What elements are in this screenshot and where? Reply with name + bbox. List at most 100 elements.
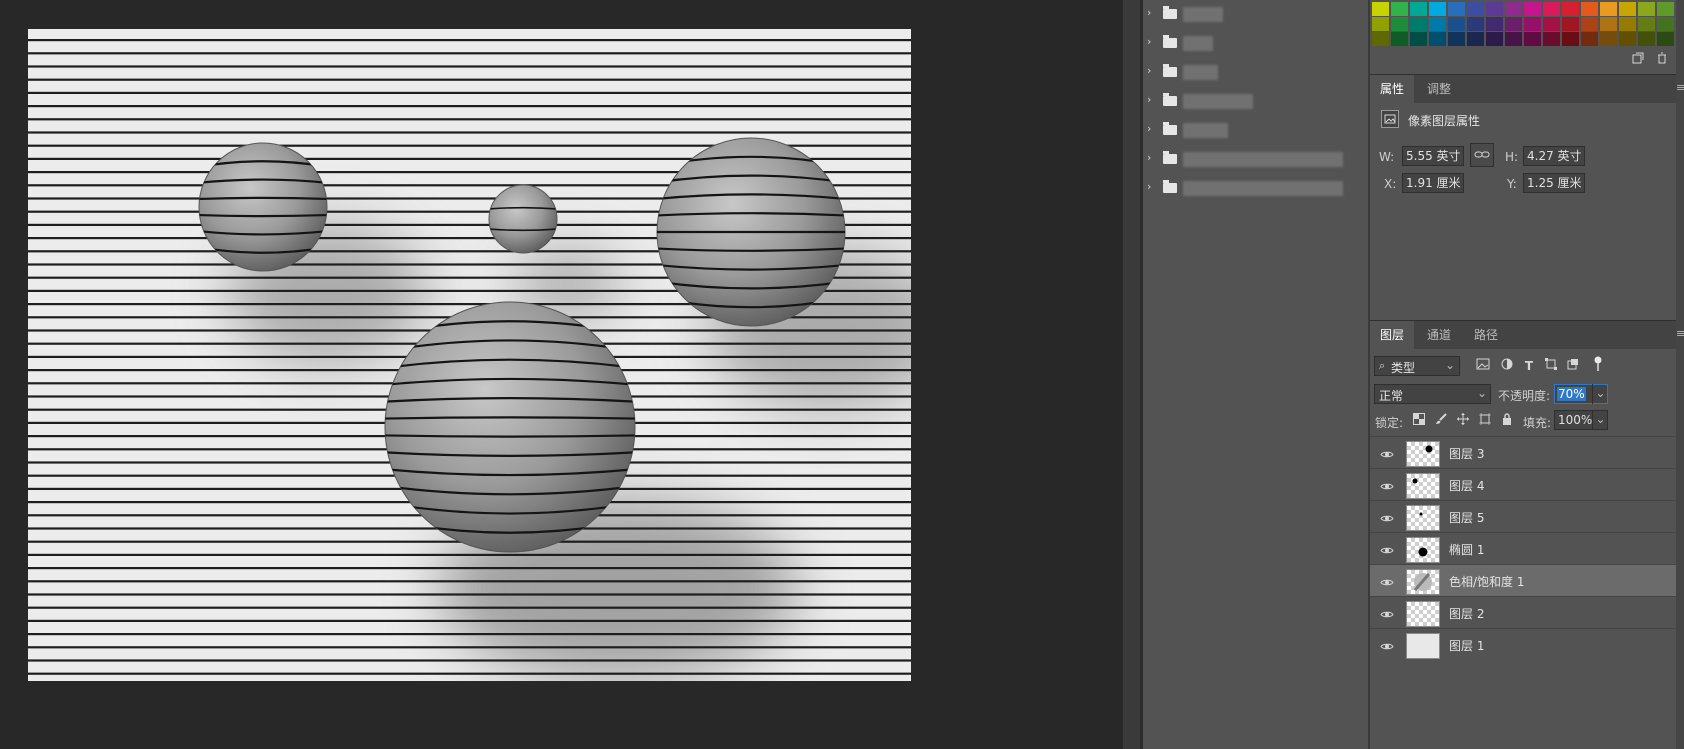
library-folder-row[interactable]: › bbox=[1143, 174, 1368, 203]
chevron-right-icon[interactable]: › bbox=[1147, 122, 1157, 135]
color-swatch[interactable] bbox=[1600, 17, 1617, 31]
color-swatch[interactable] bbox=[1486, 32, 1503, 46]
swatches-grid[interactable] bbox=[1370, 0, 1676, 46]
filter-pixel-icon[interactable] bbox=[1475, 358, 1491, 374]
color-swatch[interactable] bbox=[1448, 2, 1465, 16]
layer-row[interactable]: 椭圆 1 bbox=[1370, 532, 1676, 565]
color-swatch[interactable] bbox=[1524, 2, 1541, 16]
color-swatch[interactable] bbox=[1581, 17, 1598, 31]
trash-icon[interactable] bbox=[1654, 52, 1670, 68]
library-folder-row[interactable]: › bbox=[1143, 29, 1368, 58]
eye-icon[interactable] bbox=[1380, 608, 1394, 618]
filter-smart-object-icon[interactable] bbox=[1565, 358, 1581, 374]
color-swatch[interactable] bbox=[1638, 17, 1655, 31]
layer-row[interactable]: 图层 5 bbox=[1370, 500, 1676, 533]
panel-menu-icon[interactable]: ≡ bbox=[1676, 81, 1684, 94]
new-swatch-icon[interactable] bbox=[1630, 52, 1646, 68]
color-swatch[interactable] bbox=[1657, 32, 1674, 46]
layer-filter-dropdown[interactable]: ⌕ 类型 ⌄ bbox=[1374, 356, 1460, 376]
color-swatch[interactable] bbox=[1543, 17, 1560, 31]
layer-row[interactable]: 图层 3 bbox=[1370, 436, 1676, 469]
layer-row[interactable]: 图层 2 bbox=[1370, 596, 1676, 629]
color-swatch[interactable] bbox=[1638, 32, 1655, 46]
blend-mode-dropdown[interactable]: 正常 ⌄ bbox=[1374, 384, 1491, 404]
color-swatch[interactable] bbox=[1391, 17, 1408, 31]
chevron-right-icon[interactable]: › bbox=[1147, 180, 1157, 193]
eye-icon[interactable] bbox=[1380, 640, 1394, 650]
lock-all-icon[interactable] bbox=[1499, 413, 1515, 429]
color-swatch[interactable] bbox=[1524, 32, 1541, 46]
x-field[interactable]: 1.91 厘米 bbox=[1402, 173, 1464, 193]
color-swatch[interactable] bbox=[1562, 32, 1579, 46]
eye-icon[interactable] bbox=[1380, 576, 1394, 586]
color-swatch[interactable] bbox=[1600, 32, 1617, 46]
eye-icon[interactable] bbox=[1380, 480, 1394, 490]
layer-row[interactable]: 色相/饱和度 1 bbox=[1370, 564, 1676, 597]
library-folder-row[interactable]: › bbox=[1143, 87, 1368, 116]
color-swatch[interactable] bbox=[1524, 17, 1541, 31]
panel-scrollbar[interactable] bbox=[1676, 0, 1684, 749]
filter-type-icon[interactable]: T bbox=[1521, 358, 1537, 374]
layer-row[interactable]: 图层 1 bbox=[1370, 628, 1676, 661]
color-swatch[interactable] bbox=[1505, 2, 1522, 16]
color-swatch[interactable] bbox=[1638, 2, 1655, 16]
color-swatch[interactable] bbox=[1505, 32, 1522, 46]
tab-channels[interactable]: 通道 bbox=[1417, 321, 1461, 349]
color-swatch[interactable] bbox=[1429, 32, 1446, 46]
color-swatch[interactable] bbox=[1391, 2, 1408, 16]
color-swatch[interactable] bbox=[1543, 32, 1560, 46]
tab-paths[interactable]: 路径 bbox=[1464, 321, 1508, 349]
color-swatch[interactable] bbox=[1581, 2, 1598, 16]
height-field[interactable]: 4.27 英寸 bbox=[1523, 146, 1585, 166]
library-folder-row[interactable]: › bbox=[1143, 0, 1368, 29]
color-swatch[interactable] bbox=[1429, 2, 1446, 16]
eye-icon[interactable] bbox=[1380, 448, 1394, 458]
eye-icon[interactable] bbox=[1380, 512, 1394, 522]
color-swatch[interactable] bbox=[1543, 2, 1560, 16]
color-swatch[interactable] bbox=[1448, 32, 1465, 46]
layer-row[interactable]: 图层 4 bbox=[1370, 468, 1676, 501]
color-swatch[interactable] bbox=[1581, 32, 1598, 46]
color-swatch[interactable] bbox=[1448, 17, 1465, 31]
library-folder-row[interactable]: › bbox=[1143, 145, 1368, 174]
color-swatch[interactable] bbox=[1562, 2, 1579, 16]
color-swatch[interactable] bbox=[1657, 2, 1674, 16]
tab-properties[interactable]: 属性 bbox=[1370, 75, 1415, 103]
color-swatch[interactable] bbox=[1486, 17, 1503, 31]
chevron-right-icon[interactable]: › bbox=[1147, 93, 1157, 106]
color-swatch[interactable] bbox=[1600, 2, 1617, 16]
artwork[interactable] bbox=[28, 29, 911, 681]
lock-artboard-icon[interactable] bbox=[1477, 413, 1493, 429]
filter-toggle-icon[interactable] bbox=[1590, 356, 1606, 372]
tab-layers[interactable]: 图层 bbox=[1370, 321, 1415, 349]
fill-chevron-icon[interactable]: ⌄ bbox=[1592, 410, 1608, 430]
color-swatch[interactable] bbox=[1372, 2, 1389, 16]
chevron-right-icon[interactable]: › bbox=[1147, 35, 1157, 48]
color-swatch[interactable] bbox=[1391, 32, 1408, 46]
chevron-right-icon[interactable]: › bbox=[1147, 64, 1157, 77]
filter-adjustment-icon[interactable] bbox=[1499, 358, 1515, 374]
color-swatch[interactable] bbox=[1372, 32, 1389, 46]
tab-adjustments[interactable]: 调整 bbox=[1417, 75, 1461, 103]
color-swatch[interactable] bbox=[1657, 17, 1674, 31]
color-swatch[interactable] bbox=[1410, 2, 1427, 16]
color-swatch[interactable] bbox=[1467, 32, 1484, 46]
color-swatch[interactable] bbox=[1467, 17, 1484, 31]
color-swatch[interactable] bbox=[1410, 17, 1427, 31]
filter-shape-icon[interactable] bbox=[1543, 358, 1559, 374]
color-swatch[interactable] bbox=[1429, 17, 1446, 31]
chevron-right-icon[interactable]: › bbox=[1147, 6, 1157, 19]
y-field[interactable]: 1.25 厘米 bbox=[1523, 173, 1585, 193]
lock-move-icon[interactable] bbox=[1455, 413, 1471, 429]
lock-transparent-icon[interactable] bbox=[1411, 413, 1427, 429]
color-swatch[interactable] bbox=[1619, 2, 1636, 16]
document-canvas-area[interactable] bbox=[0, 0, 1122, 749]
color-swatch[interactable] bbox=[1372, 17, 1389, 31]
color-swatch[interactable] bbox=[1562, 17, 1579, 31]
collapsed-dock[interactable] bbox=[1122, 0, 1140, 749]
chevron-right-icon[interactable]: › bbox=[1147, 151, 1157, 164]
color-swatch[interactable] bbox=[1619, 17, 1636, 31]
eye-icon[interactable] bbox=[1380, 544, 1394, 554]
layers-menu-icon[interactable]: ≡ bbox=[1676, 327, 1684, 340]
width-field[interactable]: 5.55 英寸 bbox=[1402, 146, 1464, 166]
